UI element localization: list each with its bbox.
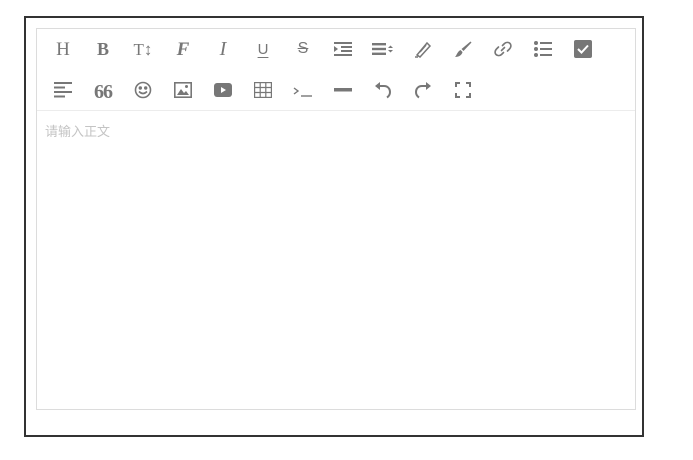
- justify-button[interactable]: [43, 70, 83, 110]
- line-height-icon: [372, 43, 393, 55]
- checkbox-list-icon: [574, 40, 592, 58]
- italic-button[interactable]: I: [203, 29, 243, 69]
- italic-icon: I: [219, 38, 227, 60]
- editor-content-input[interactable]: [45, 121, 625, 401]
- justify-icon: [54, 82, 72, 98]
- background-color-icon: [455, 41, 472, 57]
- background-color-button[interactable]: [443, 29, 483, 69]
- font-color-icon: [415, 41, 432, 58]
- emoji-icon: [134, 81, 152, 99]
- quote-button[interactable]: 66: [83, 70, 123, 110]
- redo-button[interactable]: [403, 70, 443, 110]
- text-size-button[interactable]: T↕: [123, 29, 163, 69]
- link-icon: [494, 41, 512, 57]
- fullscreen-button[interactable]: [443, 70, 483, 110]
- strikethrough-button[interactable]: S: [283, 29, 323, 69]
- bulleted-list-icon: [534, 41, 552, 57]
- heading-icon: H: [56, 38, 70, 60]
- horizontal-rule-icon: [334, 88, 352, 92]
- video-button[interactable]: [203, 70, 243, 110]
- editor-body: [37, 111, 635, 409]
- bold-button[interactable]: B: [83, 29, 123, 69]
- checkbox-list-button[interactable]: [563, 29, 603, 69]
- bulleted-list-button[interactable]: [523, 29, 563, 69]
- emoji-button[interactable]: [123, 70, 163, 110]
- bold-icon: B: [96, 39, 109, 59]
- font-family-button[interactable]: F: [163, 29, 203, 69]
- undo-button[interactable]: [363, 70, 403, 110]
- redo-icon: [414, 82, 431, 99]
- video-icon: [214, 83, 232, 97]
- image-icon: [174, 82, 192, 98]
- code-button[interactable]: [283, 70, 323, 110]
- quote-icon: 66: [94, 81, 113, 103]
- underline-icon: U: [257, 40, 269, 58]
- font-color-button[interactable]: [403, 29, 443, 69]
- strikethrough-icon: S: [297, 40, 309, 57]
- rich-text-editor: H B T↕ F I U S 66 请输入正文: [36, 28, 636, 410]
- font-family-icon: F: [176, 38, 190, 60]
- image-button[interactable]: [163, 70, 203, 110]
- editor-toolbar: H B T↕ F I U S 66: [37, 29, 635, 111]
- horizontal-rule-button[interactable]: [323, 70, 363, 110]
- underline-button[interactable]: U: [243, 29, 283, 69]
- text-size-icon: T↕: [133, 39, 153, 59]
- table-button[interactable]: [243, 70, 283, 110]
- indent-button[interactable]: [323, 29, 363, 69]
- indent-icon: [334, 42, 352, 56]
- fullscreen-icon: [455, 82, 471, 98]
- link-button[interactable]: [483, 29, 523, 69]
- line-height-button[interactable]: [363, 29, 403, 69]
- undo-icon: [375, 82, 392, 99]
- editor-frame: H B T↕ F I U S 66 请输入正文: [24, 16, 644, 437]
- code-icon: [293, 87, 312, 97]
- table-icon: [254, 82, 272, 98]
- heading-button[interactable]: H: [43, 29, 83, 69]
